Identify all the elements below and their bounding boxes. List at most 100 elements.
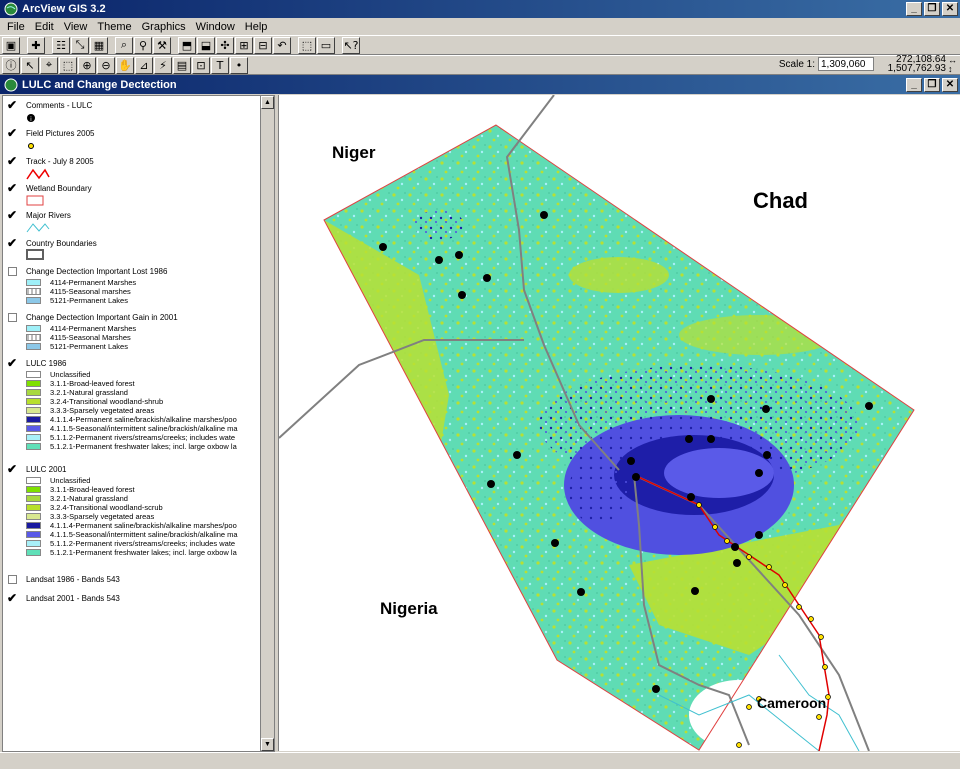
map-label-chad: Chad	[753, 188, 808, 213]
select-features-icon[interactable]: ⬚	[298, 36, 316, 54]
legend-swatch	[26, 425, 41, 432]
scroll-up-icon[interactable]: ▲	[261, 96, 274, 109]
clear-selection-icon[interactable]: ▭	[317, 36, 335, 54]
layer-name: Field Pictures 2005	[26, 129, 95, 138]
pointer-icon[interactable]: ↖	[21, 56, 39, 74]
legend-swatch	[26, 279, 41, 286]
zoom-to-active-theme-icon[interactable]: ⬓	[197, 36, 215, 54]
map-canvas[interactable]: Niger Chad Nigeria Cameroon	[279, 95, 960, 751]
menu-window[interactable]: Window	[191, 21, 240, 33]
zoom-in-fixed-icon[interactable]: ⊞	[235, 36, 253, 54]
layer-checkbox[interactable]	[8, 575, 17, 584]
river-line-icon	[26, 223, 50, 233]
legend-class: 3.2.4-Transitional woodland-scrub	[26, 503, 261, 512]
app-title-bar: ArcView GIS 3.2 _ ❐ ✕	[0, 0, 960, 18]
menu-theme[interactable]: Theme	[92, 21, 136, 33]
text-tool-icon[interactable]: T	[211, 56, 229, 74]
legend-class: 3.3.3-Sparsely vegetated areas	[26, 406, 261, 415]
map-display[interactable]: Niger Chad Nigeria Cameroon	[278, 95, 960, 751]
measure-icon[interactable]: ⊿	[135, 56, 153, 74]
menu-edit[interactable]: Edit	[30, 21, 59, 33]
zoom-to-selected-icon[interactable]: ✣	[216, 36, 234, 54]
view-minimize-button[interactable]: _	[906, 78, 922, 92]
layer-checkbox[interactable]: ✔	[7, 209, 18, 221]
legend-class: 5121-Permanent Lakes	[26, 296, 261, 305]
vertex-edit-icon[interactable]: ⌖	[40, 56, 58, 74]
zoom-out-icon[interactable]: ⊖	[97, 56, 115, 74]
legend-class: 3.2.1-Natural grassland	[26, 388, 261, 397]
restore-button[interactable]: ❐	[924, 2, 940, 16]
legend-class: 5.1.1.2-Permanent rivers/streams/creeks;…	[26, 539, 261, 548]
layer-checkbox[interactable]	[8, 267, 17, 276]
menu-file[interactable]: File	[2, 21, 30, 33]
layer-checkbox[interactable]: ✔	[7, 99, 18, 111]
zoom-out-fixed-icon[interactable]: ⊟	[254, 36, 272, 54]
legend-class: Unclassified	[26, 476, 261, 485]
legend-class: 4.1.1.5-Seasonal/intermittent saline/bra…	[26, 530, 261, 539]
layer-checkbox[interactable]: ✔	[7, 237, 18, 249]
label-icon[interactable]: ⊡	[192, 56, 210, 74]
photo-point-icon	[28, 143, 34, 149]
yellow-zone-east	[679, 315, 839, 355]
edit-legend-icon[interactable]: ⤡	[71, 36, 89, 54]
scale-label: Scale 1:	[778, 58, 815, 70]
legend-swatch	[26, 531, 41, 538]
identify-icon[interactable]: ⓘ	[2, 56, 20, 74]
zoom-in-icon[interactable]: ⊕	[78, 56, 96, 74]
legend-class: 3.1.1-Broad-leaved forest	[26, 485, 261, 494]
layer-name: Country Boundaries	[26, 239, 97, 248]
hammer-icon[interactable]: ⚒	[153, 36, 171, 54]
view-restore-button[interactable]: ❐	[924, 78, 940, 92]
menu-bar: File Edit View Theme Graphics Window Hel…	[0, 18, 960, 35]
area-of-interest-icon[interactable]: ▤	[173, 56, 191, 74]
help-icon[interactable]: ↖?	[342, 36, 360, 54]
zoom-previous-icon[interactable]: ↶	[273, 36, 291, 54]
select-feature-icon[interactable]: ⬚	[59, 56, 77, 74]
scale-control: Scale 1:	[779, 57, 874, 71]
theme-properties-icon[interactable]: ☷	[52, 36, 70, 54]
status-bar	[0, 752, 960, 769]
layer-checkbox[interactable]	[8, 313, 17, 322]
menu-help[interactable]: Help	[240, 21, 273, 33]
layer-checkbox[interactable]: ✔	[7, 155, 18, 167]
legend-class: 5.1.1.2-Permanent rivers/streams/creeks;…	[26, 433, 261, 442]
country-polygon-icon	[26, 249, 44, 260]
legend-swatch	[26, 371, 41, 378]
view-close-button[interactable]: ✕	[942, 78, 958, 92]
legend-class: Unclassified	[26, 370, 261, 379]
legend-class: 3.2.4-Transitional woodland-shrub	[26, 397, 261, 406]
locate-address-icon[interactable]: ⚲	[134, 36, 152, 54]
legend-swatch	[26, 522, 41, 529]
menu-graphics[interactable]: Graphics	[137, 21, 191, 33]
toc-scrollbar[interactable]: ▲ ▼	[260, 96, 274, 751]
find-icon[interactable]: ⌕	[115, 36, 133, 54]
layer-name: Comments - LULC	[26, 101, 93, 110]
legend-swatch	[26, 398, 41, 405]
coord-y: 1,507,762.93	[887, 63, 946, 74]
zoom-to-full-extent-icon[interactable]: ⬒	[178, 36, 196, 54]
legend-swatch	[26, 495, 41, 502]
hot-link-icon[interactable]: ▦	[90, 36, 108, 54]
close-button[interactable]: ✕	[942, 2, 958, 16]
menu-view[interactable]: View	[59, 21, 93, 33]
layer-name: Change Dectection Important Lost 1986	[26, 267, 168, 276]
add-theme-icon[interactable]: ✚	[27, 36, 45, 54]
scale-input[interactable]	[818, 57, 874, 71]
legend-swatch	[26, 297, 41, 304]
draw-point-icon[interactable]: •	[230, 56, 248, 74]
boundary-polygon-icon	[26, 195, 44, 206]
save-icon[interactable]: ▣	[2, 36, 20, 54]
layer-checkbox[interactable]: ✔	[7, 463, 18, 475]
legend-swatch	[26, 343, 41, 350]
legend-class: 3.3.3-Sparsely vegetated areas	[26, 512, 261, 521]
layer-checkbox[interactable]: ✔	[7, 592, 18, 604]
layer-name: Landsat 1986 - Bands 543	[26, 575, 120, 584]
hot-link-tool-icon[interactable]: ⚡	[154, 56, 172, 74]
layer-checkbox[interactable]: ✔	[7, 357, 18, 369]
layer-checkbox[interactable]: ✔	[7, 182, 18, 194]
minimize-button[interactable]: _	[906, 2, 922, 16]
layer-checkbox[interactable]: ✔	[7, 127, 18, 139]
scroll-down-icon[interactable]: ▼	[261, 738, 274, 751]
pan-icon[interactable]: ✋	[116, 56, 134, 74]
view-title-bar: LULC and Change Dectection _ ❐ ✕	[0, 75, 960, 94]
